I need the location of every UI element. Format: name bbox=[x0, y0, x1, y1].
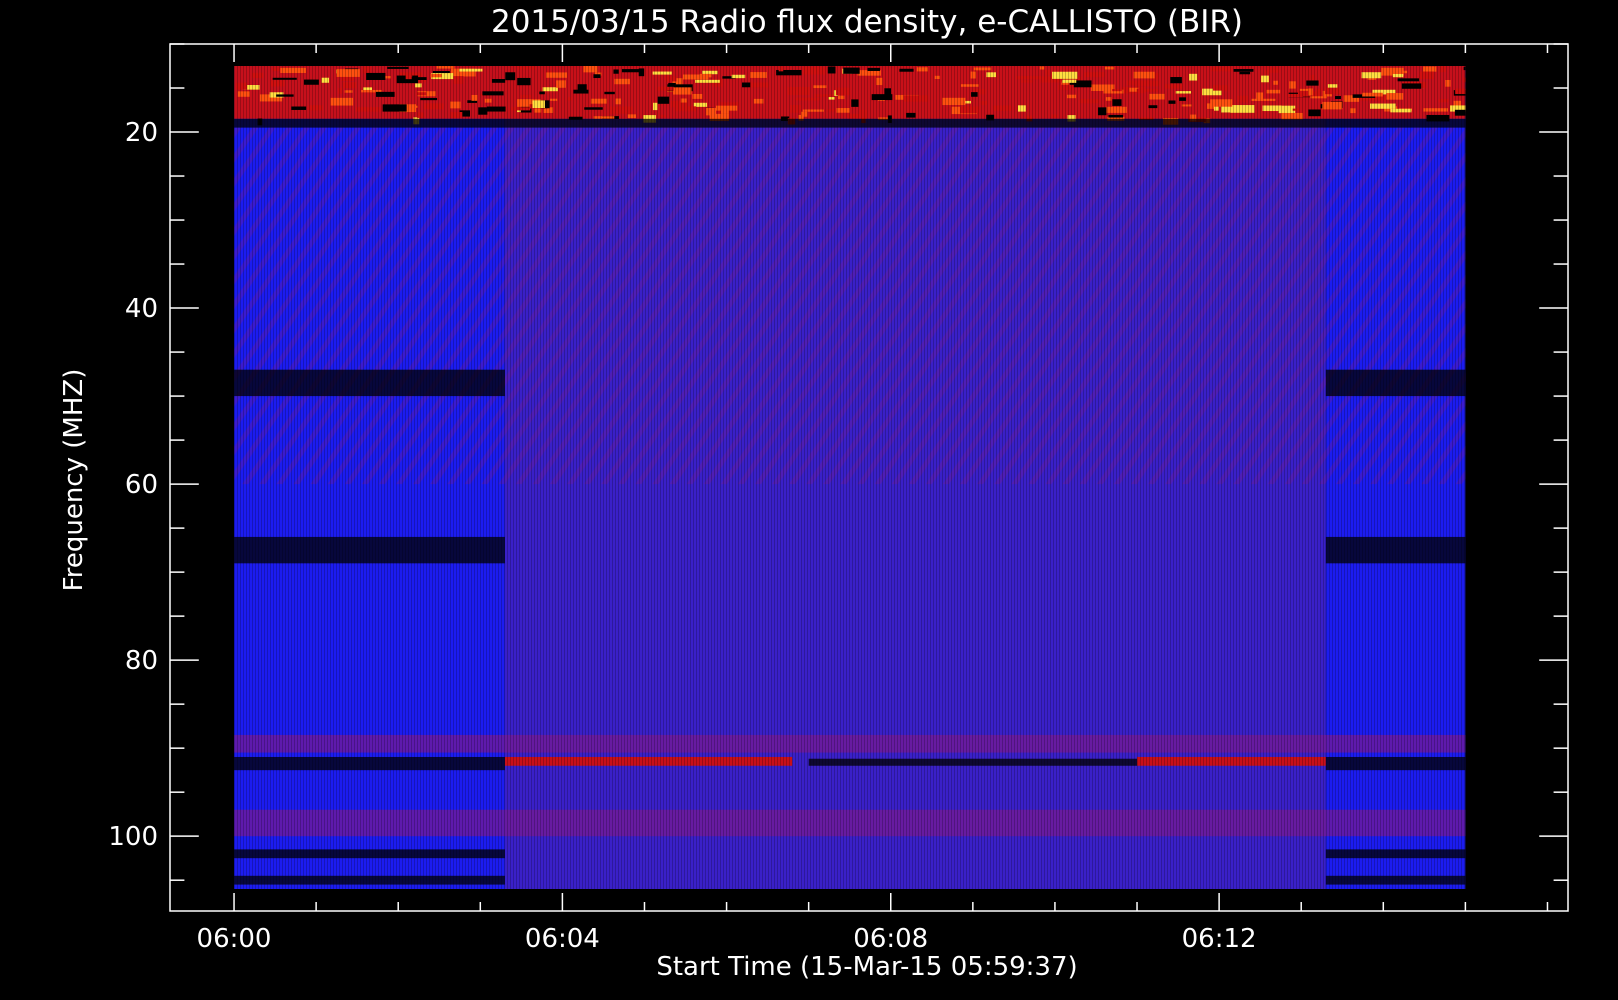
x-tick-label: 06:12 bbox=[1182, 924, 1257, 954]
y-tick-label: 100 bbox=[108, 822, 158, 852]
y-axis-label: Frequency (MHZ) bbox=[59, 369, 89, 592]
spectrogram-heatmap bbox=[234, 66, 1466, 889]
y-tick-label: 80 bbox=[125, 646, 158, 676]
x-tick-label: 06:04 bbox=[525, 924, 600, 954]
time-stripe-texture bbox=[234, 66, 1466, 889]
y-tick-label: 40 bbox=[125, 294, 158, 324]
y-tick-label: 20 bbox=[125, 118, 158, 148]
x-axis-label: Start Time (15-Mar-15 05:59:37) bbox=[656, 952, 1077, 982]
x-tick-label: 06:08 bbox=[853, 924, 928, 954]
chart-title: 2015/03/15 Radio flux density, e-CALLIST… bbox=[491, 4, 1243, 40]
spectrogram-chart: 2015/03/15 Radio flux density, e-CALLIST… bbox=[0, 0, 1618, 1000]
y-tick-label: 60 bbox=[125, 470, 158, 500]
x-tick-label: 06:00 bbox=[197, 924, 272, 954]
